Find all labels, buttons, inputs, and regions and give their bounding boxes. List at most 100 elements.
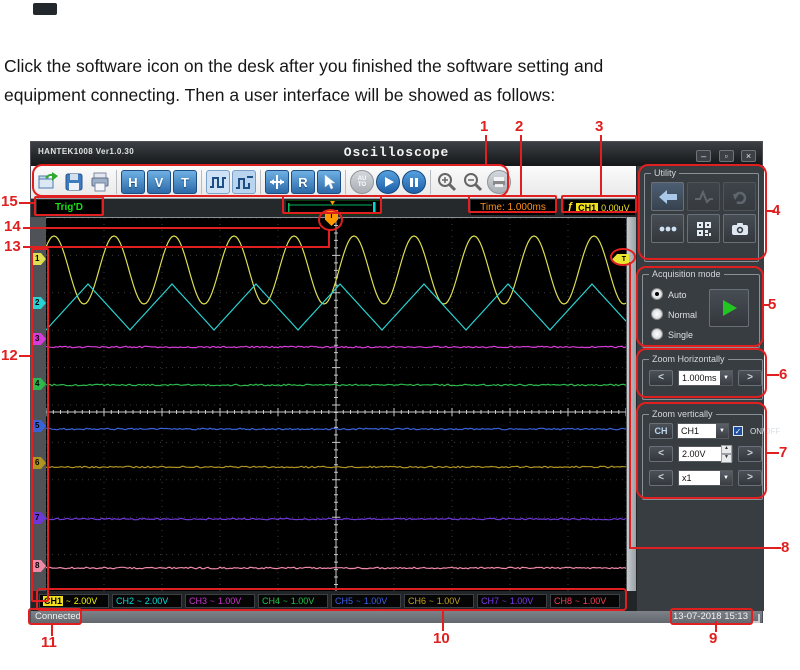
intro-paragraph: Click the software icon on the desk afte… — [4, 52, 784, 110]
xy-crosshair-icon — [268, 173, 286, 191]
back-arrow-icon — [658, 189, 678, 205]
channel-status-ch8[interactable]: CH8~1.00V — [550, 594, 620, 608]
channel-status-ch4[interactable]: CH4~1.00V — [258, 594, 328, 608]
channel-6-marker[interactable]: 6 — [32, 457, 46, 469]
timebase-decrease-button[interactable]: < — [649, 370, 673, 386]
oscilloscope-window: HANTEK1008 Ver1.0.30 Oscilloscope – ▫ × — [30, 141, 763, 623]
channel-scale-value: 1.00V — [437, 596, 461, 606]
channel-status-ch5[interactable]: CH5~1.00V — [331, 594, 401, 608]
channel-name: CH8 — [554, 596, 572, 606]
square-wave-alt-button[interactable] — [232, 170, 256, 195]
multiplier-select[interactable]: x1▼ — [678, 470, 733, 486]
zoom-horizontal-label: Zoom Horizontally — [649, 354, 728, 364]
channel-1-marker[interactable]: 1 — [32, 253, 46, 265]
qr-code-button[interactable] — [687, 214, 720, 243]
pause-button[interactable] — [402, 170, 426, 195]
print-preview-button[interactable] — [487, 170, 511, 195]
radio-selected-icon — [651, 288, 663, 300]
acquisition-label: Acquisition mode — [649, 269, 724, 279]
zoom-out-button[interactable] — [461, 170, 485, 195]
channel-status-ch6[interactable]: CH6~1.00V — [404, 594, 474, 608]
vertical-button[interactable]: V — [147, 170, 171, 195]
square-wave-button[interactable] — [206, 170, 230, 195]
spin-down-icon[interactable]: ▼ — [721, 454, 732, 463]
channel-8-marker[interactable]: 8 — [32, 560, 46, 572]
volts-spinner[interactable]: 2.00V ▲▼ — [678, 446, 733, 462]
back-button[interactable] — [651, 182, 684, 211]
multiplier-increase-button[interactable]: > — [738, 470, 762, 486]
callout-number-9: 9 — [709, 630, 717, 647]
trigger-button[interactable]: T — [173, 170, 197, 195]
ch-button[interactable]: CH — [649, 423, 673, 439]
volts-increase-button[interactable]: > — [738, 446, 762, 462]
toolbar-separator — [260, 170, 261, 194]
minimize-button[interactable]: – — [696, 150, 711, 162]
print-preview-icon — [487, 170, 511, 194]
channel-2-marker[interactable]: 2 — [32, 297, 46, 309]
connection-status: Connected — [35, 611, 81, 623]
channel-7-marker[interactable]: 7 — [32, 512, 46, 524]
maximize-button[interactable]: ▫ — [719, 150, 734, 162]
trigger-status-label: Trig'D — [37, 200, 101, 215]
acquisition-radio-auto[interactable]: Auto — [651, 285, 687, 303]
acquisition-radio-single[interactable]: Single — [651, 325, 693, 343]
radio-icon — [651, 328, 663, 340]
channel-4-marker[interactable]: 4 — [32, 378, 46, 390]
undo-icon — [732, 190, 748, 204]
callout-number-4: 4 — [772, 202, 780, 219]
r-icon: R — [291, 170, 315, 194]
acquisition-radio-normal[interactable]: Normal — [651, 305, 697, 323]
zoom-in-button[interactable] — [435, 170, 459, 195]
channel-select[interactable]: CH1▼ — [677, 423, 729, 439]
waveform-tool-button[interactable] — [687, 182, 720, 211]
zoom-in-icon — [436, 171, 458, 193]
run-play-icon — [719, 298, 739, 318]
reference-button[interactable]: R — [291, 170, 315, 195]
channel-status-ch2[interactable]: CH2~2.00V — [112, 594, 182, 608]
coupling-icon: ~ — [137, 597, 142, 606]
toolbar-separator — [116, 170, 117, 194]
start-button[interactable] — [376, 170, 400, 195]
vertical-scrollbar[interactable] — [627, 217, 636, 591]
coupling-icon: ~ — [356, 597, 361, 606]
coupling-icon: ~ — [575, 597, 580, 606]
chevron-down-icon: ▼ — [720, 471, 732, 485]
callout-number-1: 1 — [480, 118, 488, 135]
volts-decrease-button[interactable]: < — [649, 446, 673, 462]
channel-scale-value: 1.00V — [583, 596, 607, 606]
run-button[interactable] — [709, 289, 749, 327]
onoff-label: ON/OFF — [750, 427, 780, 436]
undo-button[interactable] — [723, 182, 756, 211]
onoff-checkbox[interactable]: ✓ — [733, 426, 743, 436]
more-options-button[interactable] — [651, 214, 684, 243]
close-button[interactable]: × — [741, 150, 756, 162]
channel-5-marker[interactable]: 5 — [32, 420, 46, 432]
horizontal-button[interactable]: H — [121, 170, 145, 195]
title-bar[interactable]: HANTEK1008 Ver1.0.30 Oscilloscope – ▫ × — [31, 142, 762, 166]
coupling-icon: ~ — [210, 597, 215, 606]
waveform-display[interactable] — [46, 217, 626, 592]
callout-number-3: 3 — [595, 118, 603, 135]
print-icon — [89, 171, 111, 193]
coupling-icon: ~ — [283, 597, 288, 606]
open-button[interactable] — [36, 170, 60, 195]
channel-3-marker[interactable]: 3 — [32, 333, 46, 345]
save-button[interactable] — [62, 170, 86, 195]
save-icon — [63, 171, 85, 193]
cursor-button[interactable] — [317, 170, 341, 195]
channel-status-ch1[interactable]: CH1~2.00V — [39, 594, 109, 608]
timebase-increase-button[interactable]: > — [738, 370, 762, 386]
spin-up-icon[interactable]: ▲ — [721, 445, 732, 454]
print-button[interactable] — [88, 170, 112, 195]
autoset-button[interactable]: AUTO — [350, 170, 374, 195]
callout-number-2: 2 — [515, 118, 523, 135]
channel-status-ch3[interactable]: CH3~1.00V — [185, 594, 255, 608]
screenshot-button[interactable] — [723, 214, 756, 243]
resize-grip-icon[interactable] — [751, 614, 760, 623]
timebase-select[interactable]: 1.000ms▼ — [678, 370, 733, 386]
xy-mode-button[interactable] — [265, 170, 289, 195]
multiplier-decrease-button[interactable]: < — [649, 470, 673, 486]
channel-status-ch7[interactable]: CH7~1.00V — [477, 594, 547, 608]
timebase-readout: Time: 1.000ms — [471, 200, 555, 215]
channel-scale-value: 2.00V — [74, 596, 98, 606]
